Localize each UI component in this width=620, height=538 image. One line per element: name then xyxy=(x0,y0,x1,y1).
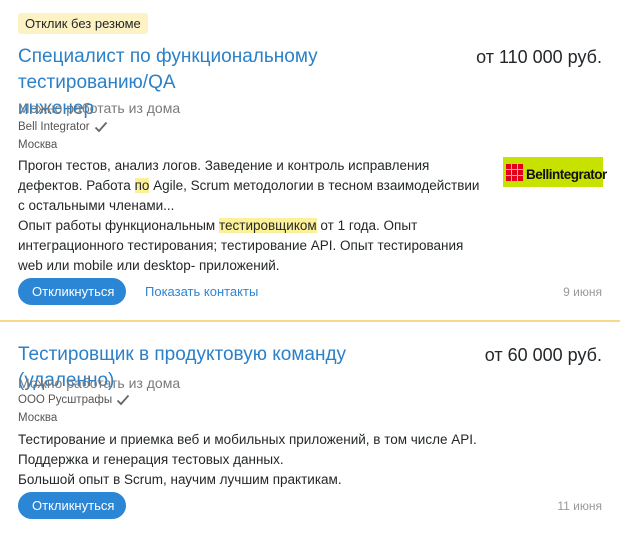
city-label: Москва xyxy=(18,139,58,151)
responsibilities-text: Прогон тестов, анализ логов. Заведение и… xyxy=(18,158,480,213)
remote-work-label: Можно работать из дома xyxy=(18,375,181,391)
salary: от 60 000 руб. xyxy=(484,345,602,365)
requirements-text: Большой опыт в Scrum, научим лучшим прак… xyxy=(18,472,342,487)
company-logo[interactable]: Bellintegrator xyxy=(503,157,607,187)
city-label: Москва xyxy=(18,412,58,424)
vacancy-card: Тестировщик в продуктовую команду (удале… xyxy=(0,324,620,538)
vacancy-description: Тестирование и приемка веб и мобильных п… xyxy=(18,430,488,490)
verified-check-icon xyxy=(94,121,107,133)
requirements-text: Опыт работы функциональным тестировщиком… xyxy=(18,218,464,273)
publication-date: 9 июня xyxy=(563,285,602,299)
search-highlight: тестировщиком xyxy=(218,218,317,233)
logo-grid-icon xyxy=(506,163,523,181)
vacancy-description: Прогон тестов, анализ логов. Заведение и… xyxy=(18,156,488,276)
respond-button[interactable]: Откликнуться xyxy=(18,492,126,519)
salary: от 110 000 руб. xyxy=(476,47,602,67)
vacancy-title-line1: Специалист по функциональному тестирован… xyxy=(18,46,318,93)
publication-date: 11 июня xyxy=(557,499,602,513)
verified-check-icon xyxy=(116,394,130,406)
search-highlight: по xyxy=(134,178,150,193)
no-resume-badge: Отклик без резюме xyxy=(18,13,148,34)
show-contacts-link[interactable]: Показать контакты xyxy=(145,284,258,299)
responsibilities-text: Тестирование и приемка веб и мобильных п… xyxy=(18,432,477,467)
vacancy-card: Отклик без резюме Специалист по функцион… xyxy=(0,0,620,322)
company-row: Bell Integrator xyxy=(18,121,108,133)
remote-work-label: Можно работать из дома xyxy=(18,100,181,116)
company-name-link[interactable]: ООО Русштрафы xyxy=(18,394,112,406)
respond-button[interactable]: Откликнуться xyxy=(18,278,126,305)
company-row: ООО Русштрафы xyxy=(18,394,130,406)
company-name-link[interactable]: Bell Integrator xyxy=(18,121,90,133)
